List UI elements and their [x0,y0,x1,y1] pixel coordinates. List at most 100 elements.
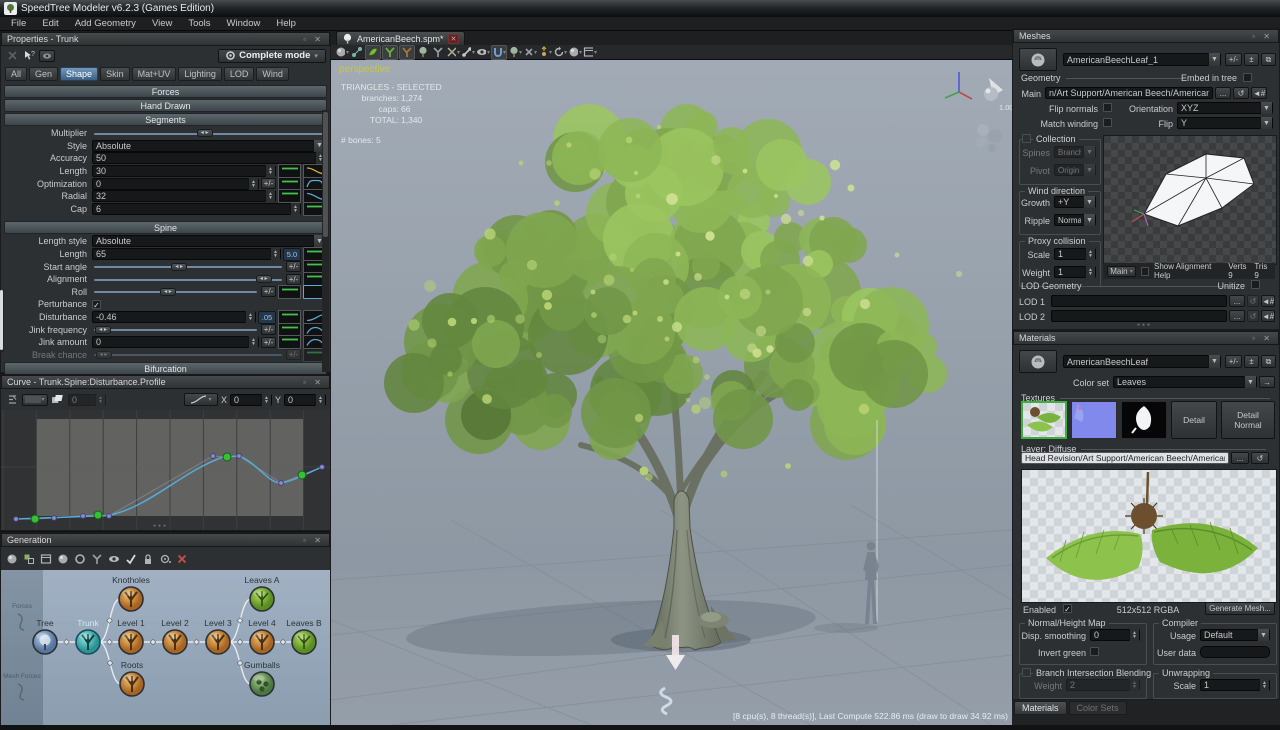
branch-tool-icon[interactable] [382,45,398,60]
slider[interactable]: ◂ ▸ [92,349,284,361]
detail-normal-texture-slot[interactable]: Detail Normal [1221,401,1275,439]
splitter-dots[interactable]: ●●● [153,523,168,529]
mesh-preview[interactable] [1103,135,1277,265]
node-group-icon[interactable] [22,552,36,565]
gen-node-tree[interactable]: Tree [33,618,57,654]
ripple-dropdown[interactable]: Normal▼ [1054,214,1096,226]
main-mesh-browse-button[interactable]: ... [1215,87,1231,99]
panel-buttons[interactable]: ▫ ✕ [1252,334,1273,343]
show-alignment-checkbox[interactable] [1141,267,1149,276]
collection-checkbox[interactable] [1022,134,1031,143]
lod1-browse-button[interactable]: ... [1229,295,1245,307]
camera-mode-label[interactable]: perspective [339,64,390,75]
left-scroll-indicator[interactable] [0,290,4,352]
magnet-icon[interactable]: ▾ [491,45,507,60]
properties-tab-all[interactable]: All [5,67,27,81]
unwrap-scale-field[interactable]: 1▲▼ [1200,679,1270,691]
panel-buttons[interactable]: ▫ ✕ [303,35,324,44]
color-set-apply-button[interactable]: → [1259,376,1275,388]
gen-node-trunk[interactable]: Trunk [76,618,100,654]
menu-view[interactable]: View [145,18,179,29]
meshes-title[interactable]: Meshes ▫ ✕ [1013,29,1279,43]
curve-hierarchy-icon[interactable] [5,393,19,406]
plusminus-button[interactable]: +/- [261,324,276,335]
plusminus-button[interactable]: +/- [261,337,276,348]
material-drag-handle[interactable] [1019,350,1057,373]
eye-icon[interactable] [107,552,121,565]
detail-texture-slot[interactable]: Detail [1171,401,1217,439]
alpha-texture-thumb[interactable] [1121,401,1167,439]
generation-graph[interactable]: ForcesMesh ForcesTreeTrunkKnotholesLevel… [1,570,330,725]
main-mesh-path-field[interactable]: n/Art Support/American Beech/AmericanBee… [1045,87,1213,99]
match-winding-checkbox[interactable] [1103,118,1112,127]
menu-tools[interactable]: Tools [181,18,217,29]
leaf-tool-icon[interactable] [365,45,381,60]
color-set-dropdown[interactable]: Leaves▼ [1113,376,1257,388]
tab-close-icon[interactable]: ✕ [448,34,460,44]
lod2-field[interactable] [1051,310,1227,322]
tree-lollipop-icon[interactable] [416,46,430,59]
curve-color-swatch[interactable]: ▾ [22,394,48,406]
spin-optimization[interactable]: 0▲▼ [92,178,259,190]
scene-3d[interactable]: 1.00 [331,60,1012,725]
unitize-checkbox[interactable] [1251,280,1260,289]
gen-node-level4[interactable]: Level 4 [248,618,276,654]
proxy-scale-field[interactable]: 1▲▼ [1054,248,1096,260]
lod2-reload-button[interactable]: ↺ [1247,310,1259,322]
spin-jink-amount[interactable]: 0▲▼ [92,336,259,348]
tab-color-sets[interactable]: Color Sets [1069,701,1127,715]
plusminus-button[interactable]: +/- [286,274,301,285]
properties-tab-lighting[interactable]: Lighting [178,67,222,81]
lod1-reload-button[interactable]: ↺ [1247,295,1259,307]
lock-icon[interactable] [141,552,155,565]
flip-dropdown[interactable]: Y▼ [1177,117,1273,129]
spin-length[interactable]: 65▲▼ [92,248,281,260]
enabled-checkbox[interactable]: ✓ [1063,604,1072,613]
bib-weight-field[interactable]: 2▲▼ [1066,679,1140,691]
generation-title[interactable]: Generation ▫ ✕ [1,533,330,547]
light-icon[interactable]: ▾ [568,46,582,59]
rotate-view-icon[interactable]: ▾ [553,46,567,59]
generate-mesh-button[interactable]: Generate Mesh... [1205,602,1275,615]
check-icon[interactable] [124,552,138,565]
diffuse-path-field[interactable]: Head Revision/Art Support/American Beech… [1021,452,1229,464]
main-mesh-locate-button[interactable]: ◄# [1251,87,1267,99]
spin-length[interactable]: 30▲▼ [92,165,276,177]
gravity-icon[interactable]: ▾ [538,46,552,59]
cut-icon[interactable]: ▾ [523,46,537,59]
diffuse-texture-thumb[interactable] [1021,401,1067,439]
splitter-dots[interactable]: ●●● [1137,322,1152,328]
spin-disturbance[interactable]: -0.46▲▼ [92,311,256,323]
slider[interactable]: ◂ ▸ [92,324,259,336]
gen-node-level3[interactable]: Level 3 [204,618,232,654]
flip-normals-checkbox[interactable] [1103,103,1112,112]
plusminus-button[interactable]: +/- [286,349,301,360]
disp-smoothing-field[interactable]: 0▲▼ [1090,629,1140,641]
gen-node-level2[interactable]: Level 2 [161,618,189,654]
prune-icon[interactable]: ▾ [446,46,460,59]
growth-dropdown[interactable]: +Y▼ [1054,196,1096,208]
curve-preset-button[interactable]: ▾ [184,393,218,406]
material-copy-button[interactable]: ⧉ [1261,355,1276,368]
panel-buttons[interactable]: ▫ ✕ [1252,32,1273,41]
preview-lod-dropdown[interactable]: Main ▾ [1107,266,1136,277]
curve-plot[interactable] [1,410,330,530]
plusminus-button[interactable]: +/- [261,178,276,189]
properties-tab-shape[interactable]: Shape [60,67,98,81]
lod2-browse-button[interactable]: ... [1229,310,1245,322]
properties-title[interactable]: Properties - Trunk ▫ ✕ [1,32,330,46]
properties-tab-mat+uv[interactable]: Mat+UV [132,67,177,81]
slider[interactable]: ◂ ▸ [92,273,284,285]
document-tab[interactable]: AmericanBeech.spm* ✕ [336,31,465,45]
eyedropper-icon[interactable] [39,50,55,62]
mesh-plusminus-button[interactable]: ± [1244,53,1259,66]
layout-icon[interactable]: ▾ [583,46,597,59]
mesh-add-remove-button[interactable]: +/- [1225,53,1242,66]
properties-tab-lod[interactable]: LOD [224,67,255,81]
spin-radial[interactable]: 32▲▼ [92,190,276,202]
gen-node-roots[interactable]: Roots [120,660,144,696]
section-header-segments[interactable]: Segments [4,113,327,126]
whats-this-icon[interactable]: ? [22,49,36,62]
slider[interactable]: ◂ ▸ [92,286,259,298]
hierarchy-icon[interactable] [350,46,364,59]
